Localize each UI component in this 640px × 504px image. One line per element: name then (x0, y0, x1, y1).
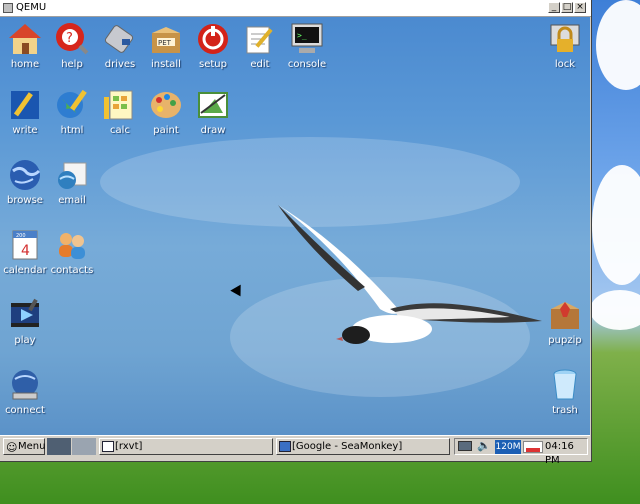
trash-icon (547, 367, 583, 403)
desktop-icon-pupzip[interactable]: pupzip (540, 297, 590, 346)
window-title: QEMU (16, 2, 47, 13)
globe-icon (7, 157, 43, 193)
task-label: [Google - SeaMonkey] (292, 441, 403, 452)
svg-text:?: ? (66, 31, 73, 46)
calendar-icon: 200 4 (7, 227, 43, 263)
volume-icon[interactable]: 🔈 (477, 439, 491, 452)
icon-label: home (10, 59, 40, 70)
globe-pencil-icon (54, 87, 90, 123)
task-seamonkey[interactable]: [Google - SeaMonkey] (276, 438, 450, 455)
spreadsheet-icon (102, 87, 138, 123)
icon-label: play (14, 335, 36, 346)
email-icon (54, 157, 90, 193)
qemu-app-icon (3, 3, 13, 13)
maximize-button[interactable]: □ (561, 2, 573, 13)
desktop-icon-setup[interactable]: setup (188, 21, 238, 70)
icon-label: trash (552, 405, 578, 416)
seamonkey-icon (279, 441, 291, 452)
desktop-icon-edit[interactable]: edit (235, 21, 285, 70)
desktop-icon-contacts[interactable]: contacts (47, 227, 97, 276)
desktop-icon-paint[interactable]: paint (141, 87, 191, 136)
guest-desktop: home ? help drives PET install setup edi… (0, 17, 590, 435)
desktop-icon-html[interactable]: html (47, 87, 97, 136)
setup-icon (195, 21, 231, 57)
system-tray: 🔈 120M 04:16 PM (454, 438, 588, 466)
qemu-window: QEMU _ □ × home ? help drives PET instal… (0, 0, 592, 466)
desktop-icon-help[interactable]: ? help (47, 21, 97, 70)
close-button[interactable]: × (574, 2, 586, 13)
help-icon: ? (54, 21, 90, 57)
icon-label: html (60, 125, 84, 136)
desktop-icon-lock[interactable]: lock (540, 21, 590, 70)
film-play-icon (7, 297, 43, 333)
terminal-icon (102, 441, 114, 452)
terminal-icon: >_ (289, 21, 325, 57)
icon-label: edit (250, 59, 270, 70)
taskbar: ☺ Menu [rxvt] [Google - SeaMonkey] 🔈 120… (0, 435, 590, 466)
menu-icon: ☺ (6, 441, 18, 454)
minimize-button[interactable]: _ (548, 2, 560, 13)
icon-label: help (61, 59, 83, 70)
desktop-icon-browse[interactable]: browse (0, 157, 50, 206)
clock: 04:16 PM (545, 441, 574, 466)
memory-indicator: 120M (495, 440, 521, 454)
icon-label: setup (199, 59, 227, 70)
desktop-icon-install[interactable]: PET install (141, 21, 191, 70)
desktop-icon-drives[interactable]: drives (95, 21, 145, 70)
draw-icon (195, 87, 231, 123)
pet-label: PET (158, 39, 172, 47)
desktop-icon-play[interactable]: play (0, 297, 50, 346)
task-label: [rxvt] (115, 441, 143, 452)
qemu-titlebar[interactable]: QEMU _ □ × (0, 0, 591, 17)
calendar-year-text: 200 (16, 233, 26, 239)
icon-label: drives (104, 59, 136, 70)
icon-label: install (151, 59, 181, 70)
package-box-icon: PET (148, 21, 184, 57)
desktop-icon-connect[interactable]: connect (0, 367, 50, 416)
start-menu-button[interactable]: ☺ Menu (3, 438, 45, 455)
svg-text:>_: >_ (297, 31, 307, 40)
desktop-icon-console[interactable]: >_ console (282, 21, 332, 70)
icon-label: paint (153, 125, 179, 136)
icon-label: browse (7, 195, 43, 206)
desktop-icon-write[interactable]: write (0, 87, 50, 136)
desktop-pager-2[interactable] (72, 438, 96, 455)
desktop-icon-email[interactable]: email (47, 157, 97, 206)
desktop-icon-calendar[interactable]: 200 4 calendar (0, 227, 50, 276)
icon-label: email (58, 195, 86, 206)
home-icon (7, 21, 43, 57)
icon-label: draw (200, 125, 226, 136)
icon-label: pupzip (548, 335, 582, 346)
icon-label: lock (554, 59, 576, 70)
icon-label: calc (110, 125, 130, 136)
desktop-pager-1[interactable] (47, 438, 71, 455)
mouse-pointer (230, 284, 246, 300)
drive-icon (102, 21, 138, 57)
write-icon (7, 87, 43, 123)
menu-label: Menu (18, 441, 46, 452)
contacts-icon (54, 227, 90, 263)
network-connect-icon (7, 367, 43, 403)
task-rxvt[interactable]: [rxvt] (99, 438, 273, 455)
network-icon[interactable] (458, 441, 472, 451)
palette-icon (148, 87, 184, 123)
desktop-icon-draw[interactable]: draw (188, 87, 238, 136)
cpu-graph (523, 441, 543, 453)
seagull-wallpaper-image (278, 205, 542, 344)
desktop-icon-trash[interactable]: trash (540, 367, 590, 416)
icon-label: console (287, 59, 327, 70)
desktop-icon-home[interactable]: home (0, 21, 50, 70)
icon-label: connect (5, 405, 45, 416)
archive-box-icon (547, 297, 583, 333)
icon-label: contacts (50, 265, 94, 276)
calendar-day-text: 4 (21, 243, 30, 259)
lock-icon (547, 21, 583, 57)
icon-label: write (12, 125, 38, 136)
icon-label: calendar (3, 265, 47, 276)
notepad-icon (242, 21, 278, 57)
desktop-icon-calc[interactable]: calc (95, 87, 145, 136)
